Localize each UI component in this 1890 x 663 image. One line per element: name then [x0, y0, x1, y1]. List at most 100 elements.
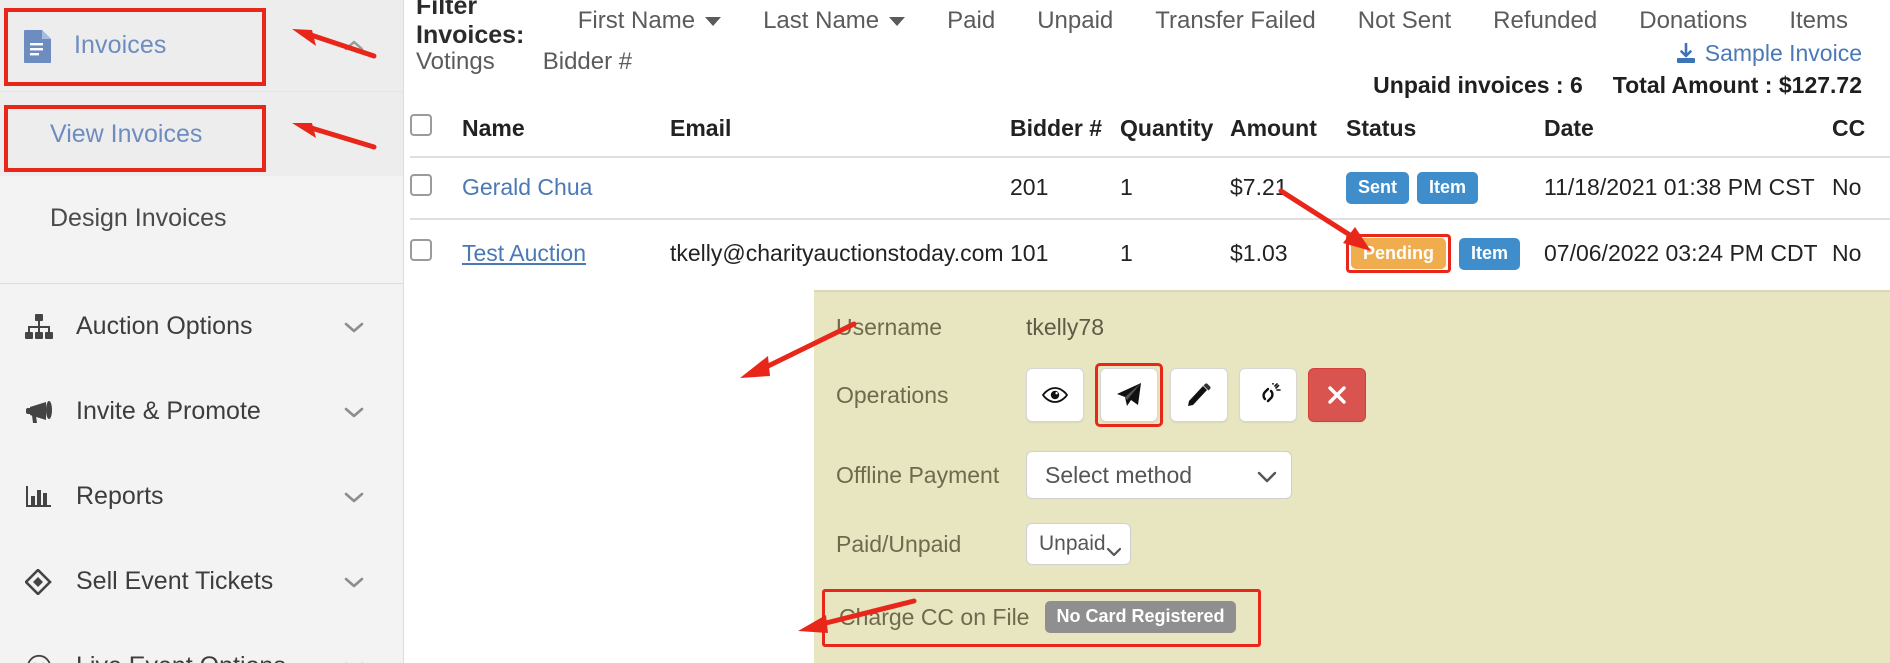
sidebar-group-label: Invoices [74, 31, 167, 59]
col-header-bidder[interactable]: Bidder # [1010, 106, 1120, 157]
main-content: Filter Invoices: First Name Last Name Pa… [404, 0, 1890, 663]
filter-unpaid[interactable]: Unpaid [1037, 7, 1113, 35]
paid-unpaid-label: Paid/Unpaid [836, 530, 962, 557]
sidebar-item-label: Sell Event Tickets [76, 567, 274, 595]
bar-chart-icon [22, 484, 56, 510]
sidebar-item-invite-promote[interactable]: Invite & Promote [0, 369, 403, 454]
filter-not-sent[interactable]: Not Sent [1358, 7, 1451, 35]
filter-bidder-number[interactable]: Bidder # [543, 48, 632, 76]
chevron-down-icon [705, 16, 722, 26]
row-checkbox[interactable] [410, 239, 432, 262]
pending-highlight-box: Pending [1346, 233, 1451, 273]
filter-donations[interactable]: Donations [1639, 7, 1747, 35]
broken-chain-icon [1255, 383, 1281, 407]
edit-invoice-button[interactable] [1170, 368, 1228, 422]
row-amount-cell: $1.03 [1230, 217, 1346, 287]
col-header-quantity[interactable]: Quantity [1120, 106, 1230, 157]
row-date-cell: 07/06/2022 03:24 PM CDT [1544, 217, 1832, 287]
col-header-amount[interactable]: Amount [1230, 106, 1346, 157]
sidebar-group-invoices[interactable]: Invoices [0, 0, 403, 92]
sitemap-icon [22, 313, 56, 340]
send-invoice-button[interactable] [1100, 368, 1158, 422]
status-badge-pending[interactable]: Pending [1351, 237, 1446, 269]
username-label: Username [836, 314, 943, 340]
row-select-cell [410, 217, 462, 287]
filter-title: Filter Invoices: [416, 0, 525, 49]
row-quantity-cell: 1 [1120, 217, 1230, 287]
filter-label: First Name [577, 7, 696, 34]
chevron-down-icon[interactable] [343, 401, 365, 423]
status-badge-item[interactable]: Item [1417, 172, 1479, 204]
col-header-date[interactable]: Date [1544, 106, 1832, 157]
sample-invoice-label: Sample Invoice [1704, 40, 1862, 66]
unpaid-invoices-count: Unpaid invoices : 6 [1373, 72, 1583, 98]
table-row[interactable]: Test Auction tkelly@charityauctionstoday… [410, 217, 1890, 287]
chevron-down-icon[interactable] [343, 656, 365, 663]
filter-first-name[interactable]: First Name [577, 7, 722, 35]
chevron-up-icon[interactable] [343, 35, 365, 57]
username-value: tkelly78 [1026, 314, 1104, 340]
sidebar-item-design-invoices[interactable]: Design Invoices [0, 176, 403, 260]
paid-unpaid-row: Paid/Unpaid Unpaid [814, 499, 1890, 565]
select-all-checkbox[interactable] [410, 114, 432, 136]
filter-bar: Filter Invoices: First Name Last Name Pa… [404, 0, 1890, 98]
row-status-cell: Sent Item [1346, 156, 1544, 219]
invoices-table: Name Email Bidder # Quantity Amount Stat… [410, 106, 1890, 287]
invoices-page: Invoices View Invoices Design Invoices A… [0, 0, 1890, 663]
filter-refunded[interactable]: Refunded [1493, 7, 1597, 35]
filter-items[interactable]: Items [1789, 7, 1848, 35]
charge-cc-row: Charge CC on File No Card Registered [814, 565, 1890, 647]
document-icon [22, 29, 52, 63]
filter-paid[interactable]: Paid [947, 7, 995, 35]
delete-invoice-button[interactable] [1308, 368, 1366, 422]
select-all-header [410, 106, 462, 157]
invoice-name-link[interactable]: Gerald Chua [462, 174, 592, 200]
sidebar-item-view-invoices[interactable]: View Invoices [0, 92, 403, 176]
table-header-row: Name Email Bidder # Quantity Amount Stat… [410, 106, 1890, 157]
chevron-down-icon [1106, 539, 1122, 557]
download-icon [1675, 42, 1697, 65]
col-header-cc[interactable]: CC [1832, 106, 1890, 157]
filter-last-name[interactable]: Last Name [763, 7, 906, 35]
sidebar-item-label: Invite & Promote [76, 397, 261, 425]
row-cc-cell: No [1832, 217, 1890, 287]
megaphone-icon [22, 399, 56, 425]
status-badge-item[interactable]: Item [1459, 238, 1521, 270]
chevron-down-icon [889, 16, 906, 26]
row-email-cell [670, 156, 1010, 219]
filter-votings[interactable]: Votings [416, 48, 495, 76]
paid-unpaid-select[interactable]: Unpaid [1026, 523, 1131, 565]
row-checkbox[interactable] [410, 173, 432, 196]
col-header-email[interactable]: Email [670, 106, 1010, 157]
close-x-icon [1327, 385, 1347, 405]
sidebar-item-live-event-options[interactable]: Live Event Options [0, 624, 403, 663]
pencil-icon [1187, 383, 1211, 407]
sidebar-item-auction-options[interactable]: Auction Options [0, 284, 403, 369]
sidebar-item-reports[interactable]: Reports [0, 454, 403, 539]
table-row[interactable]: Gerald Chua 201 1 $7.21 Sent Item 11/18/2… [410, 156, 1890, 219]
smiley-icon [22, 654, 56, 663]
col-header-status[interactable]: Status [1346, 106, 1544, 157]
row-select-cell [410, 156, 462, 219]
totals-summary: Unpaid invoices : 6 Total Amount : $127.… [1373, 72, 1862, 99]
filter-transfer-failed[interactable]: Transfer Failed [1155, 7, 1316, 35]
col-header-name[interactable]: Name [462, 106, 670, 157]
unlink-invoice-button[interactable] [1239, 368, 1297, 422]
charge-cc-highlight-box: Charge CC on File No Card Registered [822, 589, 1261, 647]
status-badge-sent[interactable]: Sent [1346, 172, 1410, 204]
chevron-down-icon[interactable] [343, 571, 365, 593]
chevron-down-icon[interactable] [343, 486, 365, 508]
view-invoice-button[interactable] [1026, 368, 1084, 422]
operations-row: Operations [814, 341, 1890, 427]
row-email-cell: tkelly@charityauctionstoday.com [670, 217, 1010, 287]
chevron-down-icon[interactable] [343, 316, 365, 338]
row-bidder-cell: 201 [1010, 156, 1120, 219]
sample-invoice-link[interactable]: Sample Invoice [1675, 40, 1862, 67]
sidebar: Invoices View Invoices Design Invoices A… [0, 0, 404, 663]
offline-payment-select[interactable]: Select method [1026, 451, 1292, 499]
row-amount-cell: $7.21 [1230, 156, 1346, 219]
invoice-name-link[interactable]: Test Auction [462, 240, 586, 266]
sidebar-item-label: Reports [76, 482, 164, 510]
row-bidder-cell: 101 [1010, 217, 1120, 287]
sidebar-item-sell-event-tickets[interactable]: Sell Event Tickets [0, 539, 403, 624]
